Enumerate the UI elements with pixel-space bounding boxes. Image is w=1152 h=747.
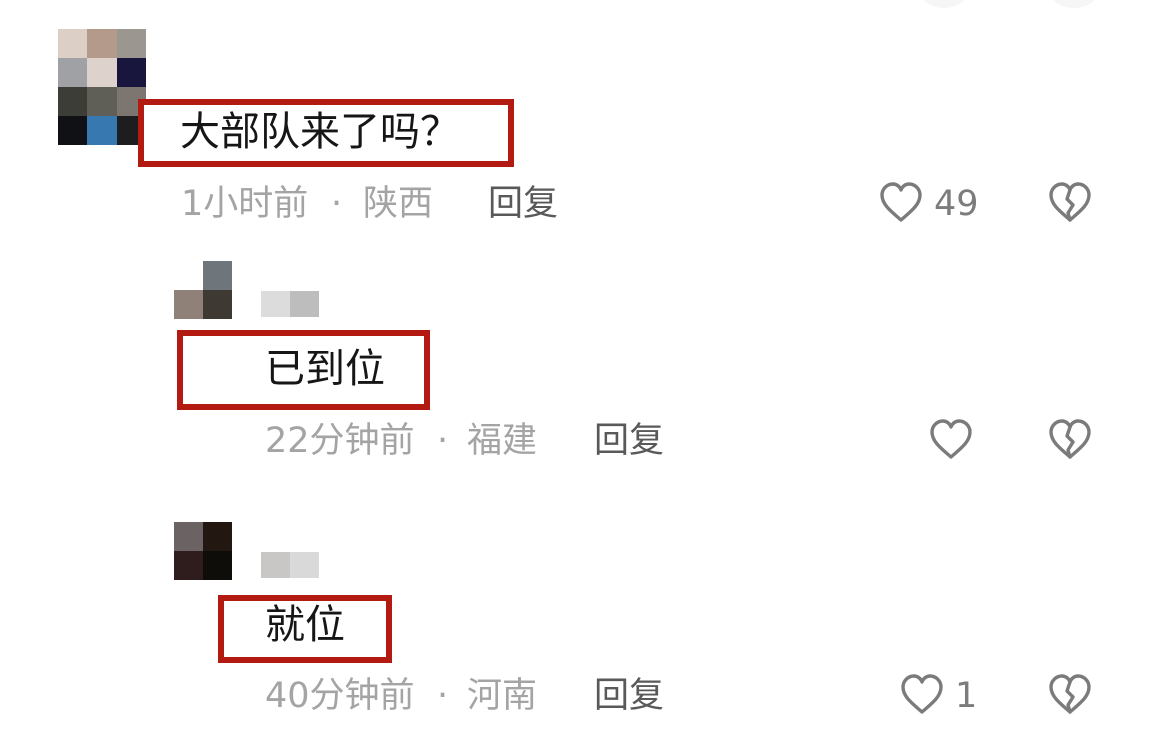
username-mosaic-pixel [261,552,290,578]
meta-separator: · [437,421,449,461]
avatar-mosaic-pixel [58,116,88,145]
broken-heart-icon[interactable] [1046,416,1094,468]
avatar-mosaic-pixel [87,87,117,116]
reply-button[interactable]: 回复 [594,420,664,462]
top-action-circle [916,0,972,8]
avatar-mosaic-pixel [58,58,88,87]
comment-text: 大部队来了吗？ [180,109,460,155]
avatar-mosaic-pixel [116,58,146,87]
avatar[interactable] [58,29,146,145]
username-blurred[interactable] [261,552,319,578]
comment-location: 福建 [467,421,538,461]
avatar-mosaic-pixel [87,116,117,145]
broken-heart-icon[interactable] [1046,179,1094,231]
avatar-mosaic-pixel [203,522,232,551]
comment-text: 就位 [265,602,345,648]
avatar-mosaic-pixel [174,290,203,319]
like-count: 49 [934,184,979,224]
username-mosaic-pixel [290,552,319,578]
like-count: 1 [955,676,978,716]
comment-location: 陕西 [363,184,434,224]
avatar-mosaic-pixel [87,29,117,58]
reply-button[interactable]: 回复 [594,675,664,717]
avatar[interactable] [174,261,232,319]
avatar-mosaic-pixel [174,261,203,290]
comment-location: 河南 [467,676,538,716]
heart-outline-icon[interactable] [877,179,925,231]
avatar-mosaic-pixel [203,551,232,580]
broken-heart-icon[interactable] [1046,671,1094,723]
comment-time: 1小时前 [181,184,309,224]
heart-outline-icon[interactable] [927,416,975,468]
comment-time: 22分钟前 [265,421,415,461]
avatar-mosaic-pixel [87,58,117,87]
avatar-mosaic-pixel [116,29,146,58]
avatar-mosaic-pixel [58,87,88,116]
reply-button[interactable]: 回复 [488,183,558,225]
comment-text: 已到位 [265,346,385,392]
avatar-mosaic-pixel [174,522,203,551]
meta-separator: · [437,676,449,716]
avatar-mosaic-pixel [203,290,232,319]
avatar-mosaic-pixel [174,551,203,580]
meta-separator: · [331,184,343,224]
username-mosaic-pixel [261,291,290,317]
heart-outline-icon[interactable] [898,671,946,723]
avatar-mosaic-pixel [58,29,88,58]
username-mosaic-pixel [290,291,319,317]
top-action-circle [1046,0,1102,8]
comment-time: 40分钟前 [265,676,415,716]
avatar-mosaic-pixel [203,261,232,290]
avatar[interactable] [174,522,232,580]
username-blurred[interactable] [261,291,319,317]
